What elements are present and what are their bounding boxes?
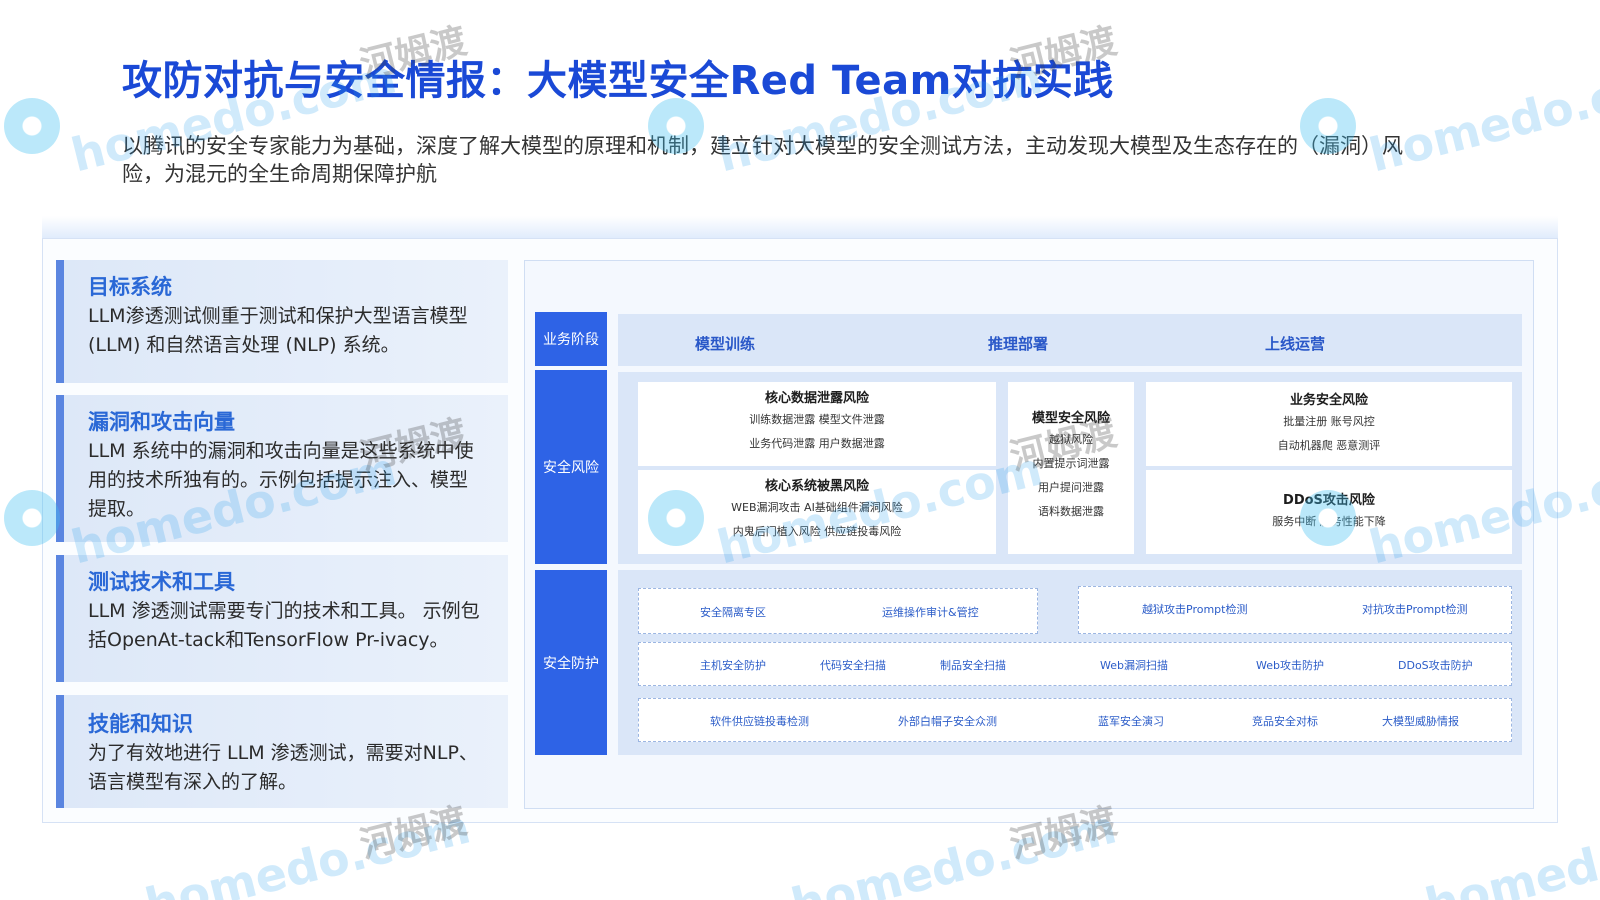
defense-item: 代码安全扫描 (820, 659, 886, 672)
card-title: 目标系统 (88, 275, 172, 299)
defense-group-scanning (638, 642, 1512, 686)
defense-item: 越狱攻击Prompt检测 (1142, 603, 1248, 616)
row-label-risk: 安全风险 (535, 370, 607, 564)
watermark-logo-icon (648, 490, 704, 546)
defense-item: 对抗攻击Prompt检测 (1362, 603, 1468, 616)
defense-item: 制品安全扫描 (940, 659, 1006, 672)
defense-item: Web漏洞扫描 (1100, 659, 1168, 672)
risk-title: 核心数据泄露风险 (764, 391, 869, 406)
risk-box-data-leak: 核心数据泄露风险 训练数据泄露 模型文件泄露 业务代码泄露 用户数据泄露 (638, 382, 996, 466)
watermark-text: homedo.com (1364, 49, 1600, 183)
stage-operation: 上线运营 (1265, 335, 1326, 353)
watermark-logo-icon (648, 98, 704, 154)
watermark-logo-icon (1300, 490, 1356, 546)
risk-line: 训练数据泄露 模型文件泄露 (749, 413, 885, 426)
defense-item: 大模型威胁情报 (1382, 715, 1459, 728)
card-target-system: 目标系统 LLM渗透测试侧重于测试和保护大型语言模型 (LLM) 和自然语言处理… (56, 260, 508, 383)
risk-line: 业务代码泄露 用户数据泄露 (749, 437, 885, 450)
card-text: 为了有效地进行 LLM 渗透测试，需要对NLP、语言模型有深入的了解。 (88, 742, 478, 793)
defense-item: 竞品安全对标 (1252, 715, 1318, 728)
defense-item: 主机安全防护 (700, 659, 766, 672)
risk-line: 语料数据泄露 (1038, 505, 1104, 518)
stage-training: 模型训练 (695, 335, 756, 353)
defense-item: DDoS攻击防护 (1398, 659, 1473, 672)
watermark-logo-icon (4, 490, 60, 546)
card-techniques-tools: 测试技术和工具 LLM 渗透测试需要专门的技术和工具。 示例包括OpenAt-t… (56, 555, 508, 682)
risk-line: 自动机器爬 恶意测评 (1277, 439, 1381, 452)
card-title: 技能和知识 (88, 712, 193, 736)
risk-line: 批量注册 账号风控 (1283, 415, 1375, 428)
row-label-defense: 安全防护 (535, 570, 607, 755)
card-text: LLM 渗透测试需要专门的技术和工具。 示例包括OpenAt-tack和Tens… (88, 600, 480, 651)
card-text: LLM渗透测试侧重于测试和保护大型语言模型 (LLM) 和自然语言处理 (NLP… (88, 305, 468, 356)
row-label-stage: 业务阶段 (535, 312, 607, 366)
watermark-logo-icon (1300, 98, 1356, 154)
card-skills-knowledge: 技能和知识 为了有效地进行 LLM 渗透测试，需要对NLP、语言模型有深入的了解… (56, 695, 508, 808)
defense-item: 安全隔离专区 (700, 606, 766, 619)
risk-title: 业务安全风险 (1289, 393, 1368, 408)
defense-item: 蓝军安全演习 (1098, 715, 1164, 728)
defense-item: 软件供应链投毒检测 (710, 715, 809, 728)
defense-item: 外部白帽子安全众测 (898, 715, 997, 728)
watermark-logo-icon (4, 98, 60, 154)
defense-item: Web攻击防护 (1256, 659, 1324, 672)
card-title: 测试技术和工具 (88, 570, 235, 594)
risk-box-business-security: 业务安全风险 批量注册 账号风控 自动机器爬 恶意测评 (1146, 382, 1512, 466)
defense-item: 运维操作审计&管控 (882, 606, 979, 619)
stage-inference: 推理部署 (988, 335, 1049, 353)
